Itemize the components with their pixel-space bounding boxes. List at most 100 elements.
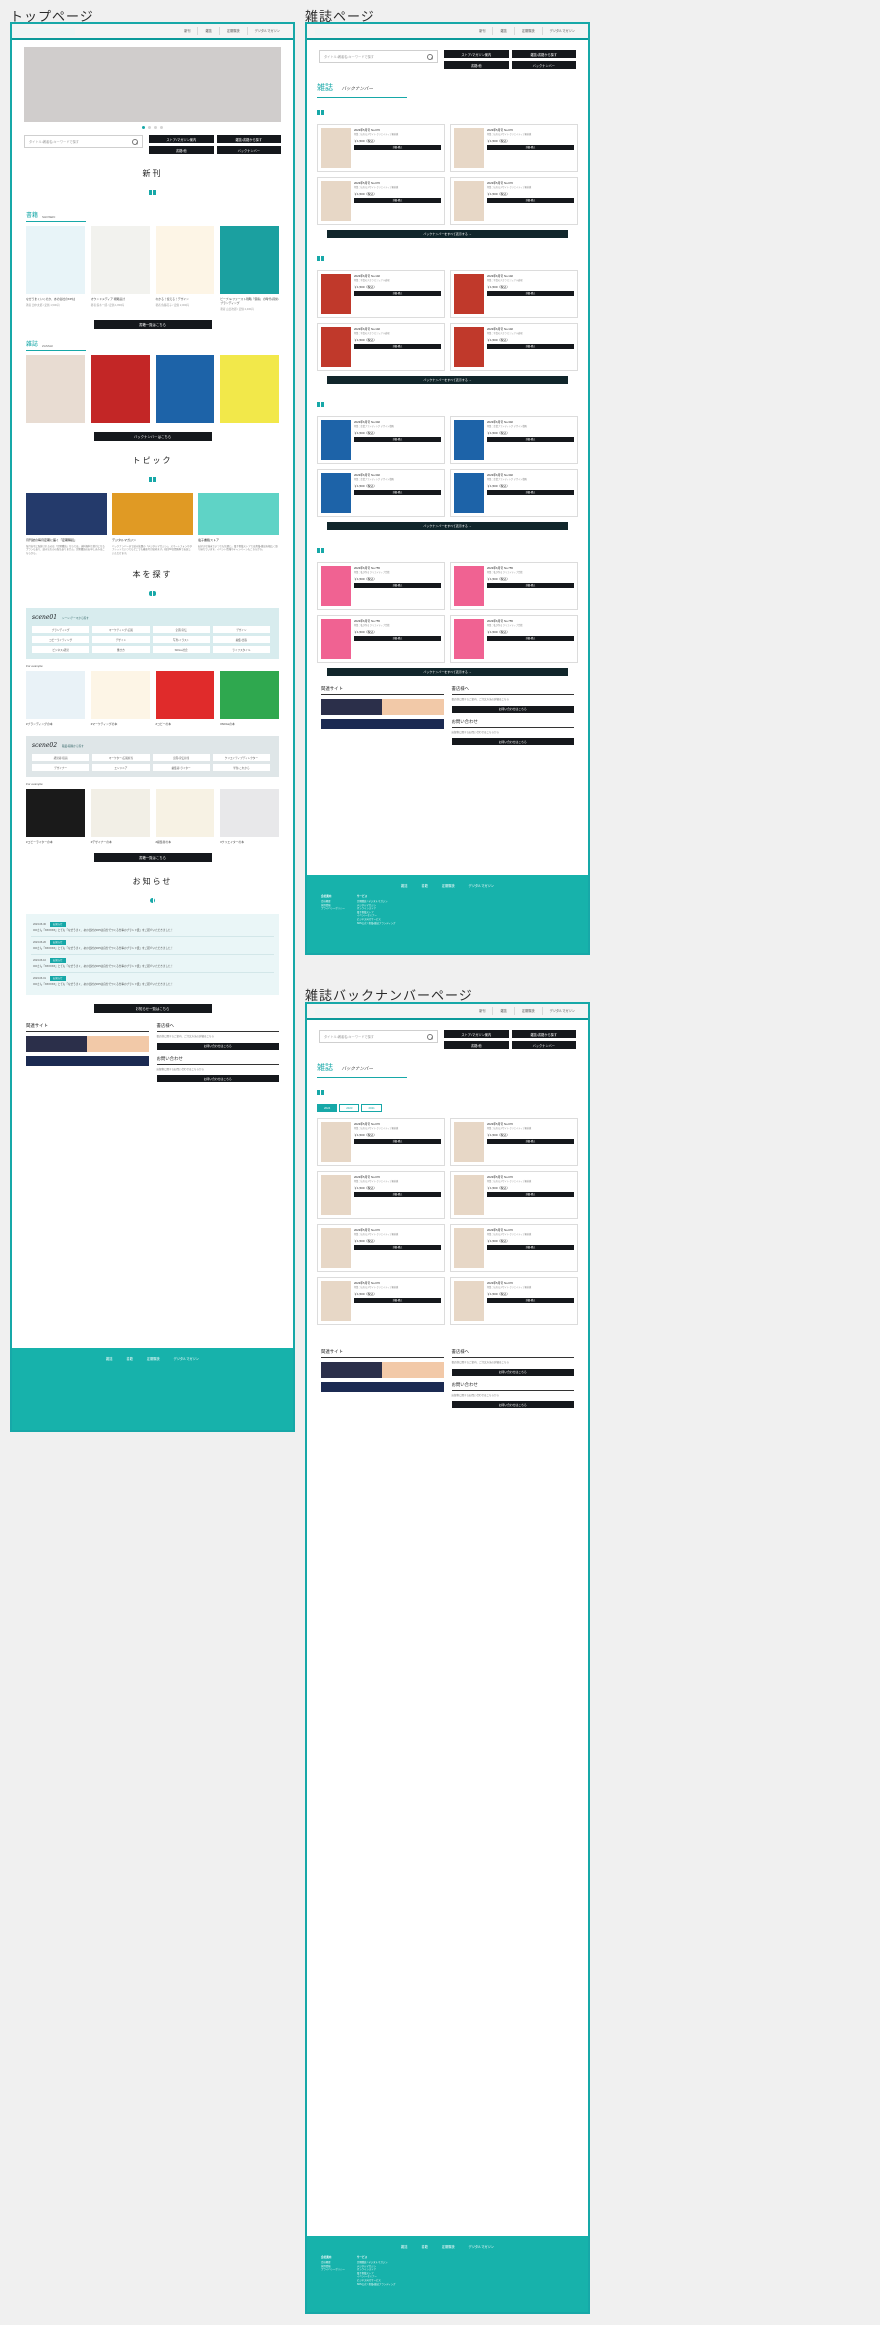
- magazine-card[interactable]: 2023年5月号 No.070 特集：伝わるデザイン クリエイティブ最前線 ￥1,5…: [450, 177, 578, 225]
- scene-chip[interactable]: デザイン: [92, 636, 150, 644]
- scene-chip[interactable]: デザイン: [212, 626, 270, 634]
- magazine-cover[interactable]: [90, 355, 150, 423]
- example-cover[interactable]: [26, 671, 85, 720]
- magazine-buy-button[interactable]: 詳細・購入: [354, 197, 441, 203]
- magazine-group-more[interactable]: バックナンバーをすべて表示する →: [327, 230, 568, 238]
- scene-chip[interactable]: SDGs・社会: [152, 646, 210, 654]
- nav-item-0[interactable]: 新刊: [472, 1007, 492, 1015]
- footer-nav-2[interactable]: 定期購読: [442, 883, 455, 888]
- quick-button-2[interactable]: 書籍・他: [149, 146, 214, 154]
- scene-chip[interactable]: デザイナー: [32, 764, 90, 772]
- related-banner-2[interactable]: [321, 1382, 444, 1392]
- backnumber-card[interactable]: 2023年5月号 No.070 特集：伝わるデザイン クリエイティブ最前線 ￥1,5…: [450, 1118, 578, 1166]
- magazine-item[interactable]: [26, 355, 85, 423]
- example-item[interactable]: #編集者の本: [155, 789, 215, 844]
- scene-chip[interactable]: 働き方: [92, 646, 150, 654]
- search-icon[interactable]: [427, 54, 433, 60]
- backnumber-card[interactable]: 2023年5月号 No.070 特集：伝わるデザイン クリエイティブ最前線 ￥1,5…: [317, 1224, 445, 1272]
- carousel-dot-2[interactable]: [154, 126, 157, 129]
- nav-item-3[interactable]: デジタルマガジン: [541, 27, 582, 35]
- book-cover[interactable]: [26, 226, 85, 294]
- example-cover[interactable]: [90, 671, 150, 720]
- scene-chip[interactable]: エンジニア: [92, 764, 150, 772]
- carousel-dot-1[interactable]: [148, 126, 151, 129]
- backnumber-card[interactable]: 2023年5月号 No.070 特集：伝わるデザイン クリエイティブ最前線 ￥1,5…: [317, 1277, 445, 1325]
- topic-item[interactable]: 電子書籍ストア お好きな端末でいつでも気軽に。電子書籍ストアでは書籍・雑誌を幅広…: [198, 493, 279, 555]
- backnumber-buy-button[interactable]: 詳細・購入: [487, 1244, 574, 1250]
- more-button-zasshi[interactable]: バックナンバーはこちら: [93, 432, 212, 441]
- magazine-card[interactable]: 2023年6月号 No.755 特集：私が作る クリエイティブ合戦 ￥1,500（税…: [450, 615, 578, 663]
- example-cover[interactable]: [155, 671, 215, 720]
- backnumber-card[interactable]: 2023年5月号 No.070 特集：伝わるデザイン クリエイティブ最前線 ￥1,5…: [450, 1224, 578, 1272]
- nav-item-0[interactable]: 新刊: [177, 27, 197, 35]
- book-cover[interactable]: [155, 226, 215, 294]
- site-logo[interactable]: [20, 28, 75, 35]
- scene-chip[interactable]: 写真・イラスト: [152, 636, 210, 644]
- news-item[interactable]: 2023.06.01 お知らせ OOさん『XXXXXX』とても『なぜうまく、あの会…: [31, 973, 274, 990]
- magazine-buy-button[interactable]: 詳細・購入: [487, 582, 574, 588]
- book-item[interactable]: ピープル・ファースト戦略「個客」の時代・経営・ブランディング 著者 山田次郎 /…: [220, 226, 279, 311]
- footer-nav-0[interactable]: 雑誌: [401, 2244, 407, 2249]
- backnumber-buy-button[interactable]: 詳細・購入: [354, 1297, 441, 1303]
- magazine-group-more[interactable]: バックナンバーをすべて表示する →: [327, 668, 568, 676]
- topic-item[interactable]: 月刊誌の毎月定期に届く「定期購読」 毎月自宅に配達されるのは「定期購読」ならでは…: [26, 493, 107, 555]
- news-item[interactable]: 2023.06.30 お知らせ OOさん『XXXXXX』とても『なぜうまく、あの会…: [31, 919, 274, 938]
- magazine-cover[interactable]: [220, 355, 279, 423]
- magazine-card[interactable]: 2023年6月号 No.102 特集：写真のチカラ ビジュアル表現 ￥1,500（税…: [317, 323, 445, 371]
- quick-button-1[interactable]: 雑誌・書籍から探す: [511, 50, 576, 58]
- scene-chip[interactable]: 学生・これから: [212, 764, 270, 772]
- magazine-buy-button[interactable]: 詳細・購入: [354, 436, 441, 442]
- scene-chip[interactable]: 経営者・役員: [32, 754, 90, 762]
- footer-nav-0[interactable]: 雑誌: [106, 1356, 112, 1361]
- example-cover[interactable]: [90, 789, 150, 838]
- example-item[interactable]: #コピーライターの本: [26, 789, 85, 844]
- more-button-news[interactable]: お知らせ一覧はこちら: [93, 1004, 212, 1014]
- magazine-buy-button[interactable]: 詳細・購入: [354, 144, 441, 150]
- carousel-dot-0[interactable]: [142, 126, 145, 129]
- magazine-card[interactable]: 2023年6月号 No.102 特集：写真のチカラ ビジュアル表現 ￥1,500（税…: [317, 270, 445, 318]
- quick-button-0[interactable]: ストア・マガジン案内: [149, 135, 214, 143]
- related-banner-2[interactable]: [321, 719, 444, 729]
- year-tab-2024[interactable]: 2024: [317, 1104, 338, 1112]
- related-banner[interactable]: [26, 1036, 149, 1053]
- example-item[interactable]: #デザイナーの本: [90, 789, 150, 844]
- magazine-cover[interactable]: [26, 355, 85, 423]
- nav-item-0[interactable]: 新刊: [472, 27, 492, 35]
- quick-button-2[interactable]: 書籍・他: [444, 61, 509, 69]
- example-item[interactable]: #ブランディングの本: [26, 671, 85, 726]
- nav-item-2[interactable]: 定期購読: [513, 27, 542, 35]
- quick-button-0[interactable]: ストア・マガジン案内: [444, 1030, 509, 1038]
- magazine-buy-button[interactable]: 詳細・購入: [354, 290, 441, 296]
- scene-chip[interactable]: マーケティング・広報: [92, 626, 150, 634]
- scene-chip[interactable]: クリエイティブディレクター: [212, 754, 270, 762]
- site-logo[interactable]: [315, 1008, 370, 1015]
- related-button-2[interactable]: お問い合わせはこちら: [451, 738, 574, 746]
- magazine-card[interactable]: 2023年6月号 No.302 特集：企業ブランディング デザイン戦略 ￥1,500…: [317, 469, 445, 517]
- magazine-buy-button[interactable]: 詳細・購入: [354, 343, 441, 349]
- magazine-buy-button[interactable]: 詳細・購入: [487, 436, 574, 442]
- nav-item-3[interactable]: デジタルマガジン: [246, 27, 287, 35]
- magazine-item[interactable]: [155, 355, 215, 423]
- magazine-buy-button[interactable]: 詳細・購入: [487, 343, 574, 349]
- year-tab-2021[interactable]: 2021: [361, 1104, 382, 1112]
- nav-item-2[interactable]: 定期購読: [218, 27, 247, 35]
- example-cover[interactable]: [155, 789, 215, 838]
- book-item[interactable]: わかる！使える！デザイン 著者 佐藤花子 / 定価 2,000円: [155, 226, 215, 311]
- related-button[interactable]: お問い合わせはこちら: [156, 1042, 279, 1050]
- magazine-card[interactable]: 2023年6月号 No.755 特集：私が作る クリエイティブ合戦 ￥1,500（税…: [317, 562, 445, 610]
- hero-carousel[interactable]: [24, 47, 281, 122]
- example-item[interactable]: #クリエイターの本: [220, 789, 279, 844]
- magazine-group-more[interactable]: バックナンバーをすべて表示する →: [327, 376, 568, 384]
- more-button-find[interactable]: 書籍一覧はこちら: [93, 853, 212, 863]
- magazine-card[interactable]: 2023年5月号 No.070 特集：伝わるデザイン クリエイティブ最前線 ￥1,5…: [317, 177, 445, 225]
- nav-item-3[interactable]: デジタルマガジン: [541, 1007, 582, 1015]
- related-banner[interactable]: [321, 1362, 444, 1378]
- scene-chip[interactable]: ブランディング: [32, 626, 90, 634]
- magazine-card[interactable]: 2023年5月号 No.070 特集：伝わるデザイン クリエイティブ最前線 ￥1,5…: [450, 124, 578, 172]
- scene-chip[interactable]: 編集・出版: [212, 636, 270, 644]
- magazine-buy-button[interactable]: 詳細・購入: [487, 144, 574, 150]
- scene-chip[interactable]: ビジネス・経営: [32, 646, 90, 654]
- search-icon[interactable]: [427, 1034, 433, 1040]
- magazine-card[interactable]: 2023年6月号 No.102 特集：写真のチカラ ビジュアル表現 ￥1,500（税…: [450, 270, 578, 318]
- related-button[interactable]: お問い合わせはこちら: [451, 705, 574, 713]
